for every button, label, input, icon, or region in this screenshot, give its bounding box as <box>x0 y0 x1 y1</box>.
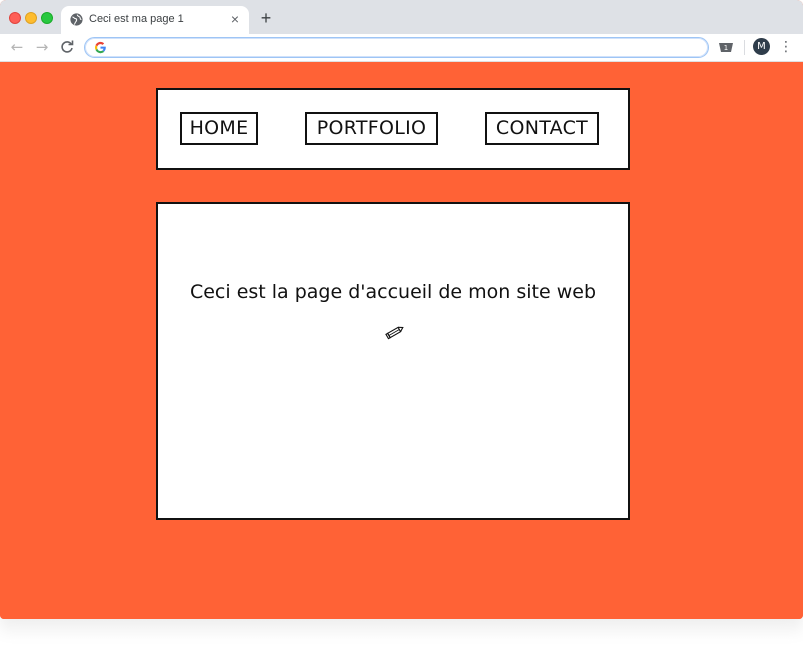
svg-text:1: 1 <box>724 44 728 52</box>
new-tab-button[interactable]: + <box>257 9 275 27</box>
globe-icon <box>70 13 83 26</box>
nav-link-contact[interactable]: CONTACT <box>485 112 599 145</box>
browser-window: Ceci est ma page 1 × + ← → 1 M ⋮ HOME PO… <box>0 0 803 619</box>
address-input[interactable] <box>113 39 693 56</box>
extension-icon[interactable]: 1 <box>719 41 733 52</box>
reload-icon[interactable] <box>58 38 76 56</box>
tab-close-icon[interactable]: × <box>227 11 243 27</box>
three-dots-menu-icon[interactable]: ⋮ <box>779 39 793 55</box>
main-panel: Ceci est la page d'accueil de mon site w… <box>156 202 630 520</box>
google-g-icon <box>94 41 106 54</box>
arrow-right-icon[interactable]: → <box>33 38 51 56</box>
address-bar[interactable] <box>84 37 709 58</box>
browser-toolbar: ← → 1 M ⋮ <box>0 34 803 62</box>
site-navigation: HOME PORTFOLIO CONTACT <box>156 88 630 170</box>
browser-tab[interactable]: Ceci est ma page 1 × <box>61 6 249 34</box>
minimize-window-button[interactable] <box>25 12 37 24</box>
tab-title: Ceci est ma page 1 <box>89 13 184 25</box>
window-shadow <box>10 619 793 641</box>
profile-avatar[interactable]: M <box>753 38 770 55</box>
page-heading: Ceci est la page d'accueil de mon site w… <box>189 281 597 303</box>
toolbar-divider <box>744 40 745 55</box>
close-window-button[interactable] <box>9 12 21 24</box>
page-content: HOME PORTFOLIO CONTACT Ceci est la page … <box>0 62 803 619</box>
pencil-icon <box>385 326 404 340</box>
nav-link-portfolio[interactable]: PORTFOLIO <box>305 112 438 145</box>
tab-strip: Ceci est ma page 1 × + <box>0 0 803 34</box>
arrow-left-icon[interactable]: ← <box>8 38 26 56</box>
nav-link-home[interactable]: HOME <box>180 112 258 145</box>
zoom-window-button[interactable] <box>41 12 53 24</box>
